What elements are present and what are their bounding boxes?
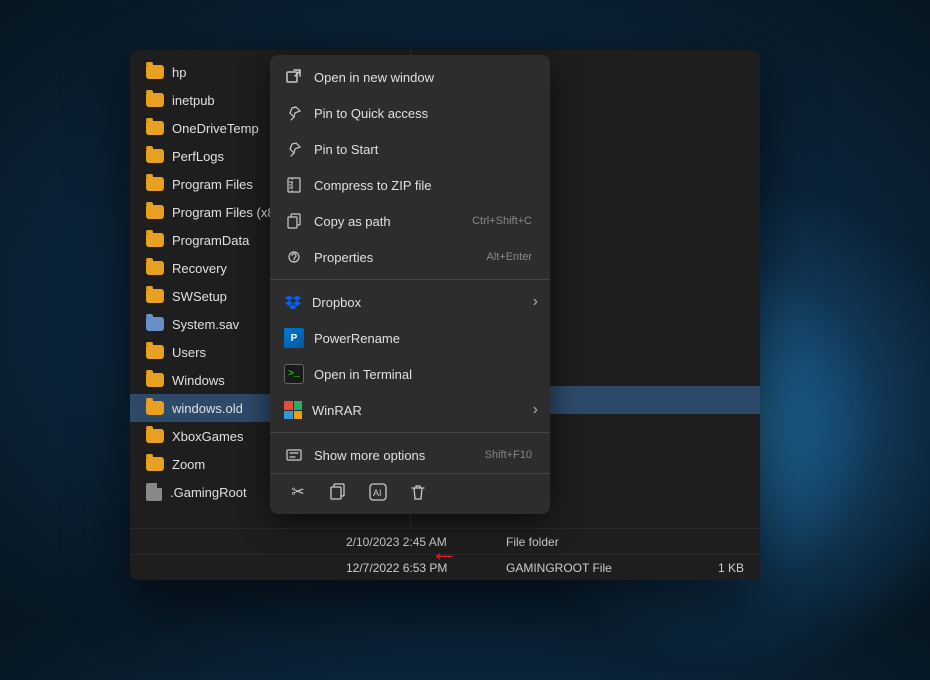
separator-2: [270, 432, 550, 433]
menu-show-more-shortcut: Shift+F10: [485, 449, 536, 461]
menu-show-more[interactable]: Show more options Shift+F10: [270, 437, 550, 473]
copy-icon[interactable]: [326, 480, 350, 504]
folder-icon: [146, 233, 164, 247]
zoom-type: File folder: [506, 535, 684, 549]
menu-pin-quick-access-label: Pin to Quick access: [314, 106, 428, 121]
file-name: inetpub: [172, 93, 215, 108]
menu-compress-zip-label: Compress to ZIP file: [314, 178, 432, 193]
menu-properties-shortcut: Alt+Enter: [486, 251, 536, 263]
external-link-icon: [284, 67, 304, 87]
menu-properties-label: Properties: [314, 250, 373, 265]
file-name: PerfLogs: [172, 149, 224, 164]
menu-open-new-window-label: Open in new window: [314, 70, 434, 85]
folder-icon: [146, 373, 164, 387]
menu-pin-quick-access[interactable]: Pin to Quick access: [270, 95, 550, 131]
context-menu: Open in new window Pin to Quick access P…: [270, 55, 550, 514]
file-name: Windows: [172, 373, 225, 388]
folder-icon: [146, 457, 164, 471]
menu-pin-start[interactable]: Pin to Start: [270, 131, 550, 167]
folder-icon: [146, 65, 164, 79]
menu-dropbox[interactable]: Dropbox: [270, 284, 550, 320]
file-name: OneDriveTemp: [172, 121, 259, 136]
file-name: System.sav: [172, 317, 239, 332]
menu-icon-strip: ✂ AI: [270, 473, 550, 510]
menu-dropbox-label: Dropbox: [312, 295, 361, 310]
more-options-icon: [284, 445, 304, 465]
menu-open-new-window[interactable]: Open in new window: [270, 59, 550, 95]
terminal-icon: >_: [284, 364, 304, 384]
zip-icon: [284, 175, 304, 195]
folder-icon: [146, 261, 164, 275]
delete-icon[interactable]: [406, 480, 430, 504]
file-name: Recovery: [172, 261, 227, 276]
file-name: hp: [172, 65, 186, 80]
folder-icon: [146, 429, 164, 443]
folder-icon: [146, 345, 164, 359]
menu-pin-start-label: Pin to Start: [314, 142, 378, 157]
menu-copy-path[interactable]: Copy as path Ctrl+Shift+C: [270, 203, 550, 239]
ai-icon[interactable]: AI: [366, 480, 390, 504]
gaming-size: 1 KB: [684, 561, 744, 575]
folder-icon: [146, 121, 164, 135]
folder-icon: [146, 93, 164, 107]
red-arrow: ←: [430, 536, 458, 568]
folder-icon: [146, 205, 164, 219]
file-icon: [146, 483, 162, 501]
menu-winrar[interactable]: WinRAR: [270, 392, 550, 428]
folder-icon: [146, 289, 164, 303]
menu-open-terminal-label: Open in Terminal: [314, 367, 412, 382]
folder-icon: [146, 177, 164, 191]
menu-copy-path-label: Copy as path: [314, 214, 391, 229]
folder-icon: [146, 149, 164, 163]
menu-compress-zip[interactable]: Compress to ZIP file: [270, 167, 550, 203]
file-name: Users: [172, 345, 206, 360]
cut-icon[interactable]: ✂: [286, 480, 310, 504]
svg-text:AI: AI: [373, 488, 382, 498]
properties-icon: [284, 247, 304, 267]
file-name: .GamingRoot: [170, 485, 247, 500]
folder-icon: [146, 401, 164, 415]
pin-start-icon: [284, 139, 304, 159]
winrar-icon: [284, 401, 302, 419]
dropbox-icon: [284, 293, 302, 311]
power-rename-icon: P: [284, 328, 304, 348]
file-name: XboxGames: [172, 429, 244, 444]
menu-copy-path-shortcut: Ctrl+Shift+C: [472, 215, 536, 227]
gaming-date: 12/7/2022 6:53 PM: [346, 561, 506, 575]
pin-icon: [284, 103, 304, 123]
menu-power-rename[interactable]: P PowerRename: [270, 320, 550, 356]
menu-power-rename-label: PowerRename: [314, 331, 400, 346]
file-name: Zoom: [172, 457, 205, 472]
menu-winrar-label: WinRAR: [312, 403, 362, 418]
menu-show-more-label: Show more options: [314, 448, 425, 463]
file-name: Program Files: [172, 177, 253, 192]
file-name: windows.old: [172, 401, 243, 416]
zoom-date: 2/10/2023 2:45 AM: [346, 535, 506, 549]
menu-properties[interactable]: Properties Alt+Enter: [270, 239, 550, 275]
menu-open-terminal[interactable]: >_ Open in Terminal: [270, 356, 550, 392]
folder-icon: [146, 317, 164, 331]
file-name: SWSetup: [172, 289, 227, 304]
gaming-type: GAMINGROOT File: [506, 561, 684, 575]
separator-1: [270, 279, 550, 280]
file-name: ProgramData: [172, 233, 249, 248]
copy-path-icon: [284, 211, 304, 231]
